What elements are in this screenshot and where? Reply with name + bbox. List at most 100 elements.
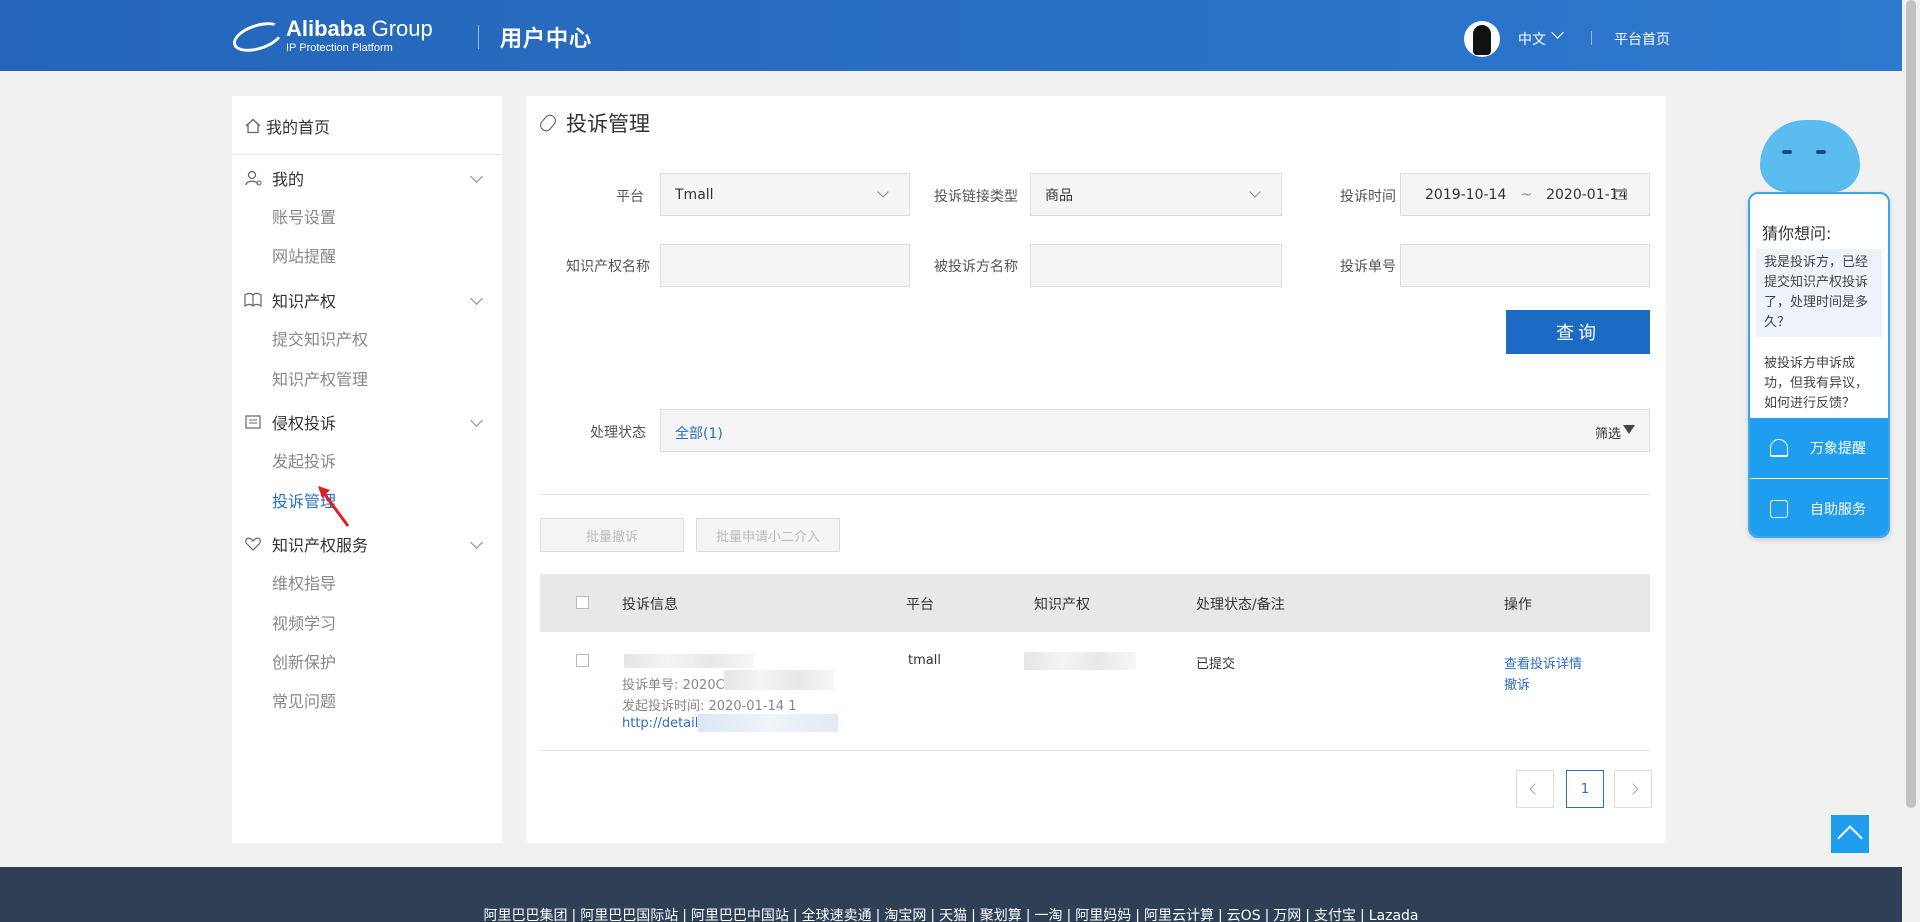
sidebar-section-ip[interactable]: 知识产权	[244, 288, 336, 312]
footer-link[interactable]: 阿里巴巴中国站	[691, 908, 789, 922]
footer-link[interactable]: 支付宝	[1314, 908, 1356, 922]
complaint-link[interactable]: http://detail	[622, 716, 698, 731]
footer-link[interactable]: 阿里云计算	[1144, 908, 1214, 922]
filter-icon[interactable]	[1623, 425, 1635, 434]
chevron-down-icon[interactable]	[1551, 26, 1564, 39]
chevron-down-icon	[877, 186, 889, 198]
logo-subtitle: IP Protection Platform	[286, 42, 393, 54]
language-selector[interactable]: 中文	[1518, 29, 1546, 49]
footer-link[interactable]: Lazada	[1369, 908, 1419, 922]
wanxiang-reminder-button[interactable]: 万象提醒	[1750, 418, 1888, 478]
footer-separator: |	[1135, 908, 1140, 922]
bulk-withdraw-button[interactable]: 批量撤诉	[540, 518, 684, 552]
select-all-checkbox[interactable]	[576, 596, 589, 609]
footer-separator: |	[1264, 908, 1270, 922]
row-checkbox[interactable]	[576, 654, 589, 667]
sidebar-section-complaints[interactable]: 侵权投诉	[244, 410, 336, 434]
row-status: 已提交	[1196, 657, 1236, 672]
footer-link[interactable]: 阿里巴巴国际站	[580, 908, 678, 922]
view-detail-link[interactable]: 查看投诉详情	[1504, 653, 1582, 672]
date-range-picker[interactable]: 2019-10-14 ~ 2020-01-14	[1400, 173, 1650, 216]
chevron-right-icon	[1627, 783, 1639, 795]
sidebar-item-ip-management[interactable]: 知识产权管理	[272, 366, 368, 390]
sidebar-section-label: 知识产权	[272, 292, 337, 311]
page-number[interactable]: 1	[1566, 770, 1604, 808]
chevron-down-icon[interactable]	[470, 536, 483, 549]
chat-title: 猜你想问:	[1762, 224, 1832, 243]
sidebar-item-innovation-protection[interactable]: 创新保护	[272, 649, 336, 673]
link-type-select-value: 商品	[1045, 187, 1073, 204]
elephant-mascot-icon[interactable]	[1760, 120, 1860, 192]
complaint-order-no: 投诉单号: 2020C	[622, 678, 725, 693]
platform-home-link[interactable]: 平台首页	[1614, 29, 1670, 49]
link-type-label: 投诉链接类型	[934, 189, 1018, 205]
logo-brand-suffix: Group	[365, 16, 433, 41]
filter-button[interactable]: 筛选	[1595, 423, 1621, 442]
sidebar-section-mine[interactable]: 我的	[244, 166, 304, 190]
status-all-option[interactable]: 全部(1)	[675, 423, 723, 443]
redacted-link	[698, 714, 838, 732]
chevron-down-icon[interactable]	[470, 414, 483, 427]
bell-icon	[1770, 439, 1788, 457]
sidebar-item-home[interactable]: 我的首页	[244, 114, 330, 138]
withdraw-link[interactable]: 撤诉	[1504, 674, 1530, 693]
main-panel: 投诉管理 平台 Tmall 投诉链接类型 商品 投诉时间 2019-10-14 …	[526, 96, 1666, 843]
section-divider	[540, 494, 1650, 495]
chevron-down-icon[interactable]	[470, 170, 483, 183]
sidebar-item-file-complaint[interactable]: 发起投诉	[272, 448, 336, 472]
chevron-down-icon[interactable]	[470, 292, 483, 305]
respondent-input[interactable]	[1030, 244, 1282, 287]
bulk-intervene-button[interactable]: 批量申请小二介入	[696, 518, 840, 552]
row-divider	[540, 750, 1650, 751]
table-header: 投诉信息 平台 知识产权 处理状态/备注 操作	[540, 574, 1650, 632]
page-title: 投诉管理	[537, 108, 650, 138]
sidebar-item-site-alerts[interactable]: 网站提醒	[272, 243, 336, 267]
footer-link[interactable]: 一淘	[1035, 908, 1063, 922]
logo-brand: Alibaba	[286, 16, 366, 41]
column-header: 知识产权	[1034, 597, 1090, 613]
scrollbar-thumb[interactable]	[1906, 0, 1916, 808]
prev-page-button[interactable]	[1516, 770, 1554, 808]
footer-link[interactable]: 聚划算	[980, 908, 1022, 922]
sidebar-home-label: 我的首页	[266, 118, 331, 137]
platform-label: 平台	[616, 189, 644, 205]
footer-link[interactable]: 万网	[1273, 908, 1301, 922]
chat-button-label: 万象提醒	[1810, 441, 1866, 457]
ip-name-label: 知识产权名称	[566, 259, 650, 275]
complaint-time-label: 投诉时间	[1340, 189, 1396, 205]
footer-link[interactable]: 云OS	[1227, 908, 1261, 922]
header-separator	[1591, 31, 1592, 45]
footer-link[interactable]: 天猫	[939, 908, 967, 922]
user-avatar[interactable]	[1464, 21, 1500, 57]
sidebar-item-rights-guide[interactable]: 维权指导	[272, 570, 336, 594]
footer-link[interactable]: 淘宝网	[884, 908, 926, 922]
date-separator: ~	[1520, 186, 1533, 203]
chat-question[interactable]: 被投诉方申诉成功，但我有异议，如何进行反馈？	[1756, 350, 1882, 418]
link-type-select[interactable]: 商品	[1030, 173, 1282, 216]
query-button[interactable]: 查询	[1506, 310, 1650, 354]
platform-select[interactable]: Tmall	[660, 173, 910, 216]
order-no-input[interactable]	[1400, 244, 1650, 287]
sidebar-section-ip-services[interactable]: 知识产权服务	[244, 532, 368, 556]
footer-separator: |	[792, 908, 798, 922]
status-label: 处理状态	[590, 425, 646, 441]
sidebar-item-submit-ip[interactable]: 提交知识产权	[272, 326, 368, 350]
footer-link[interactable]: 阿里妈妈	[1075, 908, 1131, 922]
chat-button-label: 自助服务	[1810, 502, 1866, 518]
platform-select-value: Tmall	[675, 186, 714, 203]
sidebar-item-video-learning[interactable]: 视频学习	[272, 610, 336, 634]
chat-question[interactable]: 我是投诉方，已经提交知识产权投诉了，处理时间是多久？	[1756, 249, 1882, 337]
sidebar-item-faq[interactable]: 常见问题	[272, 688, 336, 712]
sidebar-item-account-settings[interactable]: 账号设置	[272, 204, 336, 228]
page-scrollbar[interactable]	[1902, 0, 1920, 922]
column-header: 处理状态/备注	[1196, 597, 1285, 613]
redacted-order-no	[724, 670, 834, 690]
scroll-to-top-button[interactable]	[1831, 815, 1869, 853]
footer-link[interactable]: 全球速卖通	[802, 908, 872, 922]
footer-link[interactable]: 阿里巴巴集团	[483, 908, 567, 922]
self-service-button[interactable]: 自助服务	[1750, 479, 1888, 536]
footer-separator: |	[1025, 908, 1031, 922]
ip-name-input[interactable]	[660, 244, 910, 287]
footer-separator: |	[571, 908, 577, 922]
next-page-button[interactable]	[1614, 770, 1652, 808]
